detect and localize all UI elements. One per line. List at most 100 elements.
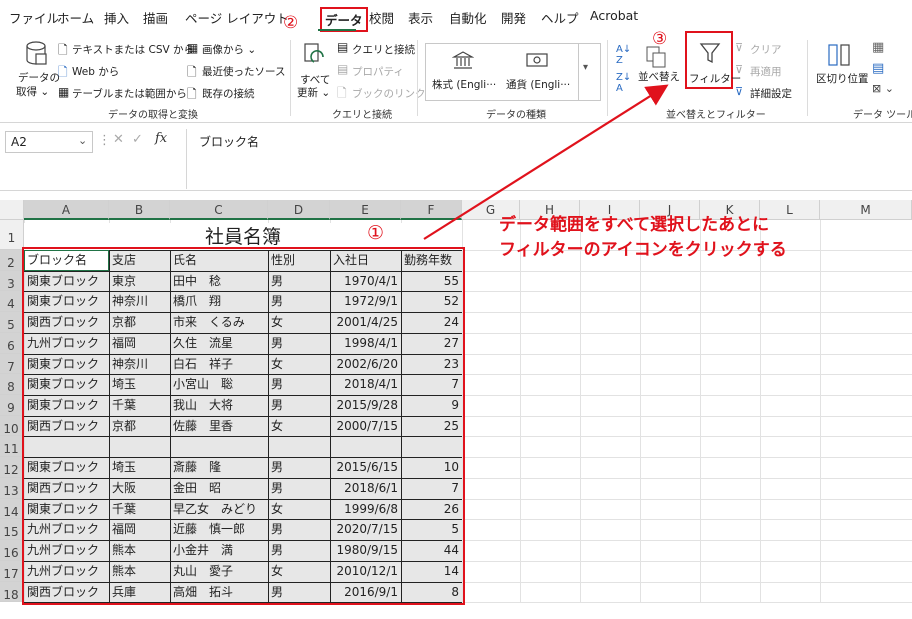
table-cell[interactable]: 関西ブロック	[25, 582, 108, 603]
table-cell[interactable]: 京都	[110, 416, 169, 437]
table-cell[interactable]: 男	[269, 582, 329, 603]
table-cell[interactable]: 男	[269, 519, 329, 540]
table-cell[interactable]	[402, 436, 461, 457]
row-header-15[interactable]: 15	[0, 519, 24, 541]
table-cell[interactable]: 2018/6/1	[331, 478, 400, 499]
row-header-14[interactable]: 14	[0, 498, 24, 520]
table-cell[interactable]	[171, 436, 267, 457]
table-cell[interactable]: 9	[402, 395, 461, 416]
table-cell[interactable]: 久住 流星	[171, 333, 267, 354]
table-cell[interactable]: 女	[269, 416, 329, 437]
column-header-d[interactable]: D	[268, 200, 330, 220]
table-cell[interactable]: 九州ブロック	[25, 540, 108, 561]
table-cell[interactable]: 我山 大将	[171, 395, 267, 416]
table-cell[interactable]: 女	[269, 561, 329, 582]
table-cell[interactable]: 近藤 慎一郎	[171, 519, 267, 540]
table-cell[interactable]: 24	[402, 312, 461, 333]
table-cell[interactable]: 関東ブロック	[25, 499, 108, 520]
table-cell[interactable]: 男	[269, 457, 329, 478]
table-cell[interactable]: 佐藤 里香	[171, 416, 267, 437]
row-header-11[interactable]: 11	[0, 436, 24, 458]
table-cell[interactable]: 女	[269, 354, 329, 375]
table-cell[interactable]: 2002/6/20	[331, 354, 400, 375]
table-header-cell[interactable]: 入社日	[331, 250, 400, 271]
table-header-cell[interactable]: 支店	[110, 250, 169, 271]
row-header-1[interactable]: 1	[0, 220, 24, 250]
row-header-3[interactable]: 3	[0, 270, 24, 292]
table-cell[interactable]: 東京	[110, 271, 169, 292]
table-cell[interactable]: 1972/9/1	[331, 291, 400, 312]
table-cell[interactable]: 千葉	[110, 499, 169, 520]
table-cell[interactable]	[25, 436, 108, 457]
table-header-cell[interactable]: 勤務年数	[402, 250, 461, 271]
table-cell[interactable]: 8	[402, 582, 461, 603]
table-cell[interactable]	[269, 436, 329, 457]
table-cell[interactable]: 1998/4/1	[331, 333, 400, 354]
table-cell[interactable]: 橋爪 翔	[171, 291, 267, 312]
table-cell[interactable]: 2000/7/15	[331, 416, 400, 437]
table-cell[interactable]: 大阪	[110, 478, 169, 499]
row-header-4[interactable]: 4	[0, 291, 24, 313]
table-cell[interactable]: 男	[269, 395, 329, 416]
table-cell[interactable]: 市来 くるみ	[171, 312, 267, 333]
table-cell[interactable]	[110, 436, 169, 457]
table-cell[interactable]: 52	[402, 291, 461, 312]
row-header-10[interactable]: 10	[0, 415, 24, 437]
table-cell[interactable]: 2015/6/15	[331, 457, 400, 478]
table-cell[interactable]: 関東ブロック	[25, 271, 108, 292]
table-cell[interactable]: 2020/7/15	[331, 519, 400, 540]
table-cell[interactable]: 関東ブロック	[25, 395, 108, 416]
table-cell[interactable]: 小金井 満	[171, 540, 267, 561]
table-cell[interactable]: 高畑 拓斗	[171, 582, 267, 603]
table-cell[interactable]: 2016/9/1	[331, 582, 400, 603]
row-header-5[interactable]: 5	[0, 312, 24, 333]
table-cell[interactable]: 九州ブロック	[25, 561, 108, 582]
table-cell[interactable]: 2015/9/28	[331, 395, 400, 416]
table-header-cell[interactable]: ブロック名	[25, 250, 108, 271]
table-cell[interactable]: 関西ブロック	[25, 416, 108, 437]
row-header-16[interactable]: 16	[0, 540, 24, 561]
table-cell[interactable]: 千葉	[110, 395, 169, 416]
select-all-corner[interactable]	[0, 200, 24, 220]
table-cell[interactable]: 男	[269, 478, 329, 499]
table-cell[interactable]: 田中 稔	[171, 271, 267, 292]
column-header-c[interactable]: C	[170, 200, 268, 220]
row-header-8[interactable]: 8	[0, 374, 24, 396]
table-cell[interactable]: 熊本	[110, 561, 169, 582]
row-header-17[interactable]: 17	[0, 560, 24, 582]
table-cell[interactable]: 神奈川	[110, 354, 169, 375]
row-header-7[interactable]: 7	[0, 353, 24, 375]
table-cell[interactable]: 7	[402, 478, 461, 499]
table-cell[interactable]: 神奈川	[110, 291, 169, 312]
table-cell[interactable]: 関東ブロック	[25, 374, 108, 395]
table-cell[interactable]: 関東ブロック	[25, 354, 108, 375]
table-cell[interactable]: 7	[402, 374, 461, 395]
table-cell[interactable]: 小宮山 聡	[171, 374, 267, 395]
table-cell[interactable]: 関西ブロック	[25, 312, 108, 333]
table-cell[interactable]: 女	[269, 312, 329, 333]
column-header-f[interactable]: F	[401, 200, 462, 220]
table-cell[interactable]: 14	[402, 561, 461, 582]
table-cell[interactable]: 関西ブロック	[25, 478, 108, 499]
row-header-9[interactable]: 9	[0, 395, 24, 416]
table-cell[interactable]: 23	[402, 354, 461, 375]
row-header-18[interactable]: 18	[0, 581, 24, 603]
table-cell[interactable]: 男	[269, 271, 329, 292]
table-cell[interactable]: 2018/4/1	[331, 374, 400, 395]
table-cell[interactable]: 1999/6/8	[331, 499, 400, 520]
table-cell[interactable]: 福岡	[110, 333, 169, 354]
row-header-2[interactable]: 2	[0, 250, 24, 271]
table-cell[interactable]: 男	[269, 374, 329, 395]
column-header-a[interactable]: A	[24, 200, 109, 220]
table-cell[interactable]: 金田 昭	[171, 478, 267, 499]
table-cell[interactable]: 早乙女 みどり	[171, 499, 267, 520]
column-header-e[interactable]: E	[330, 200, 401, 220]
table-cell[interactable]: 白石 祥子	[171, 354, 267, 375]
table-cell[interactable]: 55	[402, 271, 461, 292]
table-cell[interactable]: 男	[269, 333, 329, 354]
table-cell[interactable]: 関東ブロック	[25, 457, 108, 478]
table-cell[interactable]: 2010/12/1	[331, 561, 400, 582]
table-cell[interactable]: 27	[402, 333, 461, 354]
table-cell[interactable]: 5	[402, 519, 461, 540]
table-cell[interactable]: 九州ブロック	[25, 519, 108, 540]
